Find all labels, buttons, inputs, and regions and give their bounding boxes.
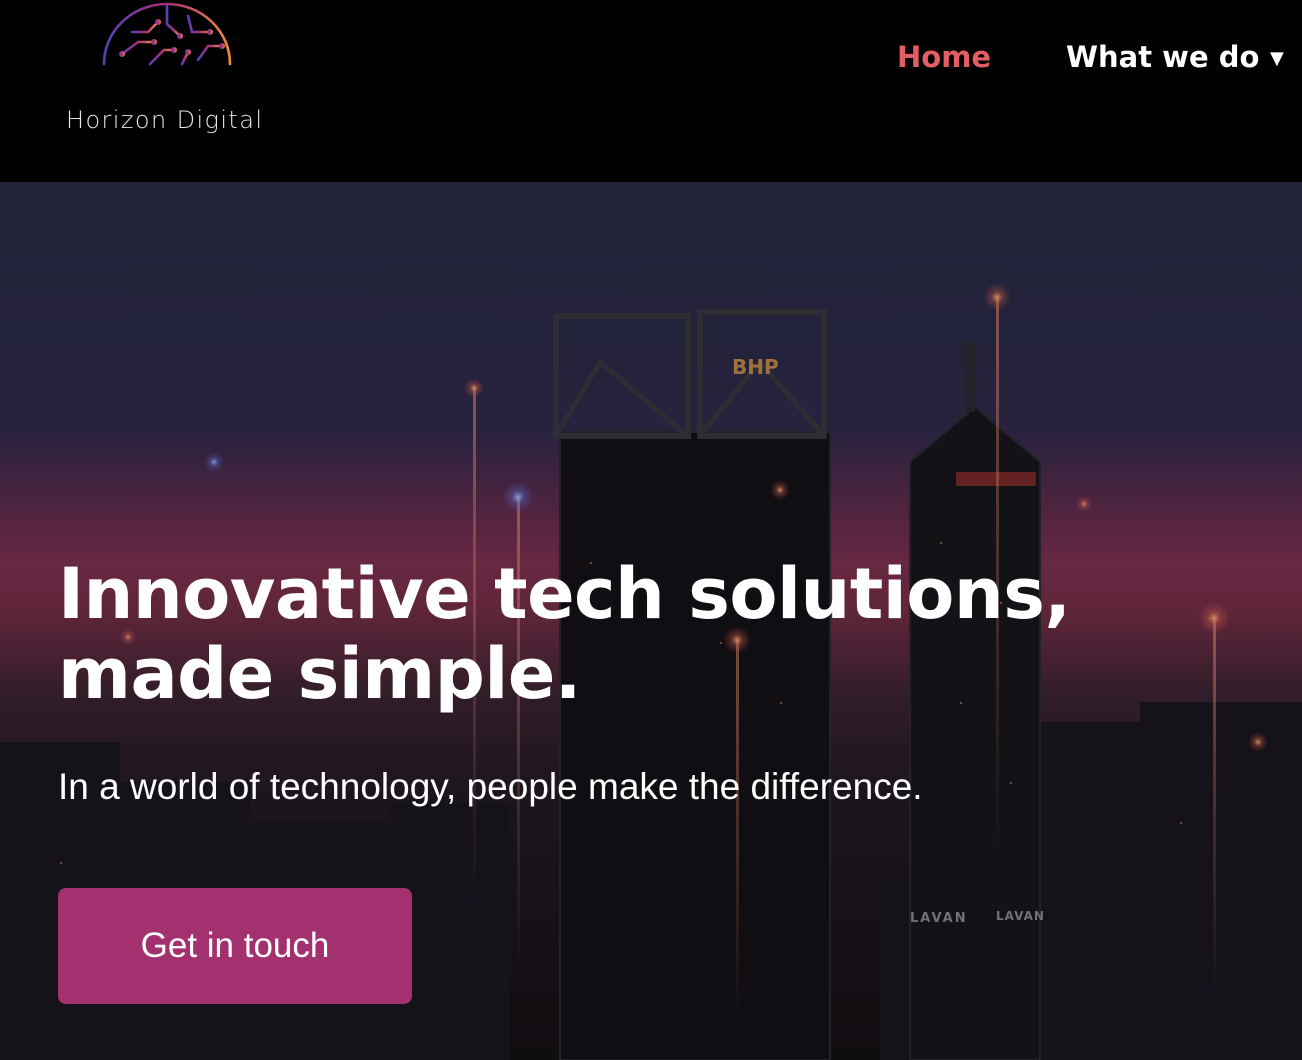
brand-logo[interactable]: Horizon Digital [62, 0, 282, 150]
caret-down-icon[interactable]: ▼ [1270, 48, 1284, 69]
hero-subtitle: In a world of technology, people make th… [58, 766, 923, 807]
nav-item-what-we-do[interactable]: What we do [1066, 40, 1259, 74]
nav-item-home[interactable]: Home [897, 40, 991, 74]
hero-title-line-2: made simple. [58, 633, 581, 715]
brand-name: Horizon Digital [66, 106, 264, 134]
hero-section: BHP LAVAN LAVAN Innovative tech solution… [0, 182, 1302, 1060]
get-in-touch-button[interactable]: Get in touch [58, 888, 412, 1004]
hero-title-line-1: Innovative tech solutions, [58, 553, 1071, 635]
site-header: Horizon Digital Home What we do ▼ [0, 0, 1302, 182]
hero-title: Innovative tech solutions, made simple. [58, 554, 1238, 714]
circuit-sunrise-logo-icon [94, 2, 240, 98]
